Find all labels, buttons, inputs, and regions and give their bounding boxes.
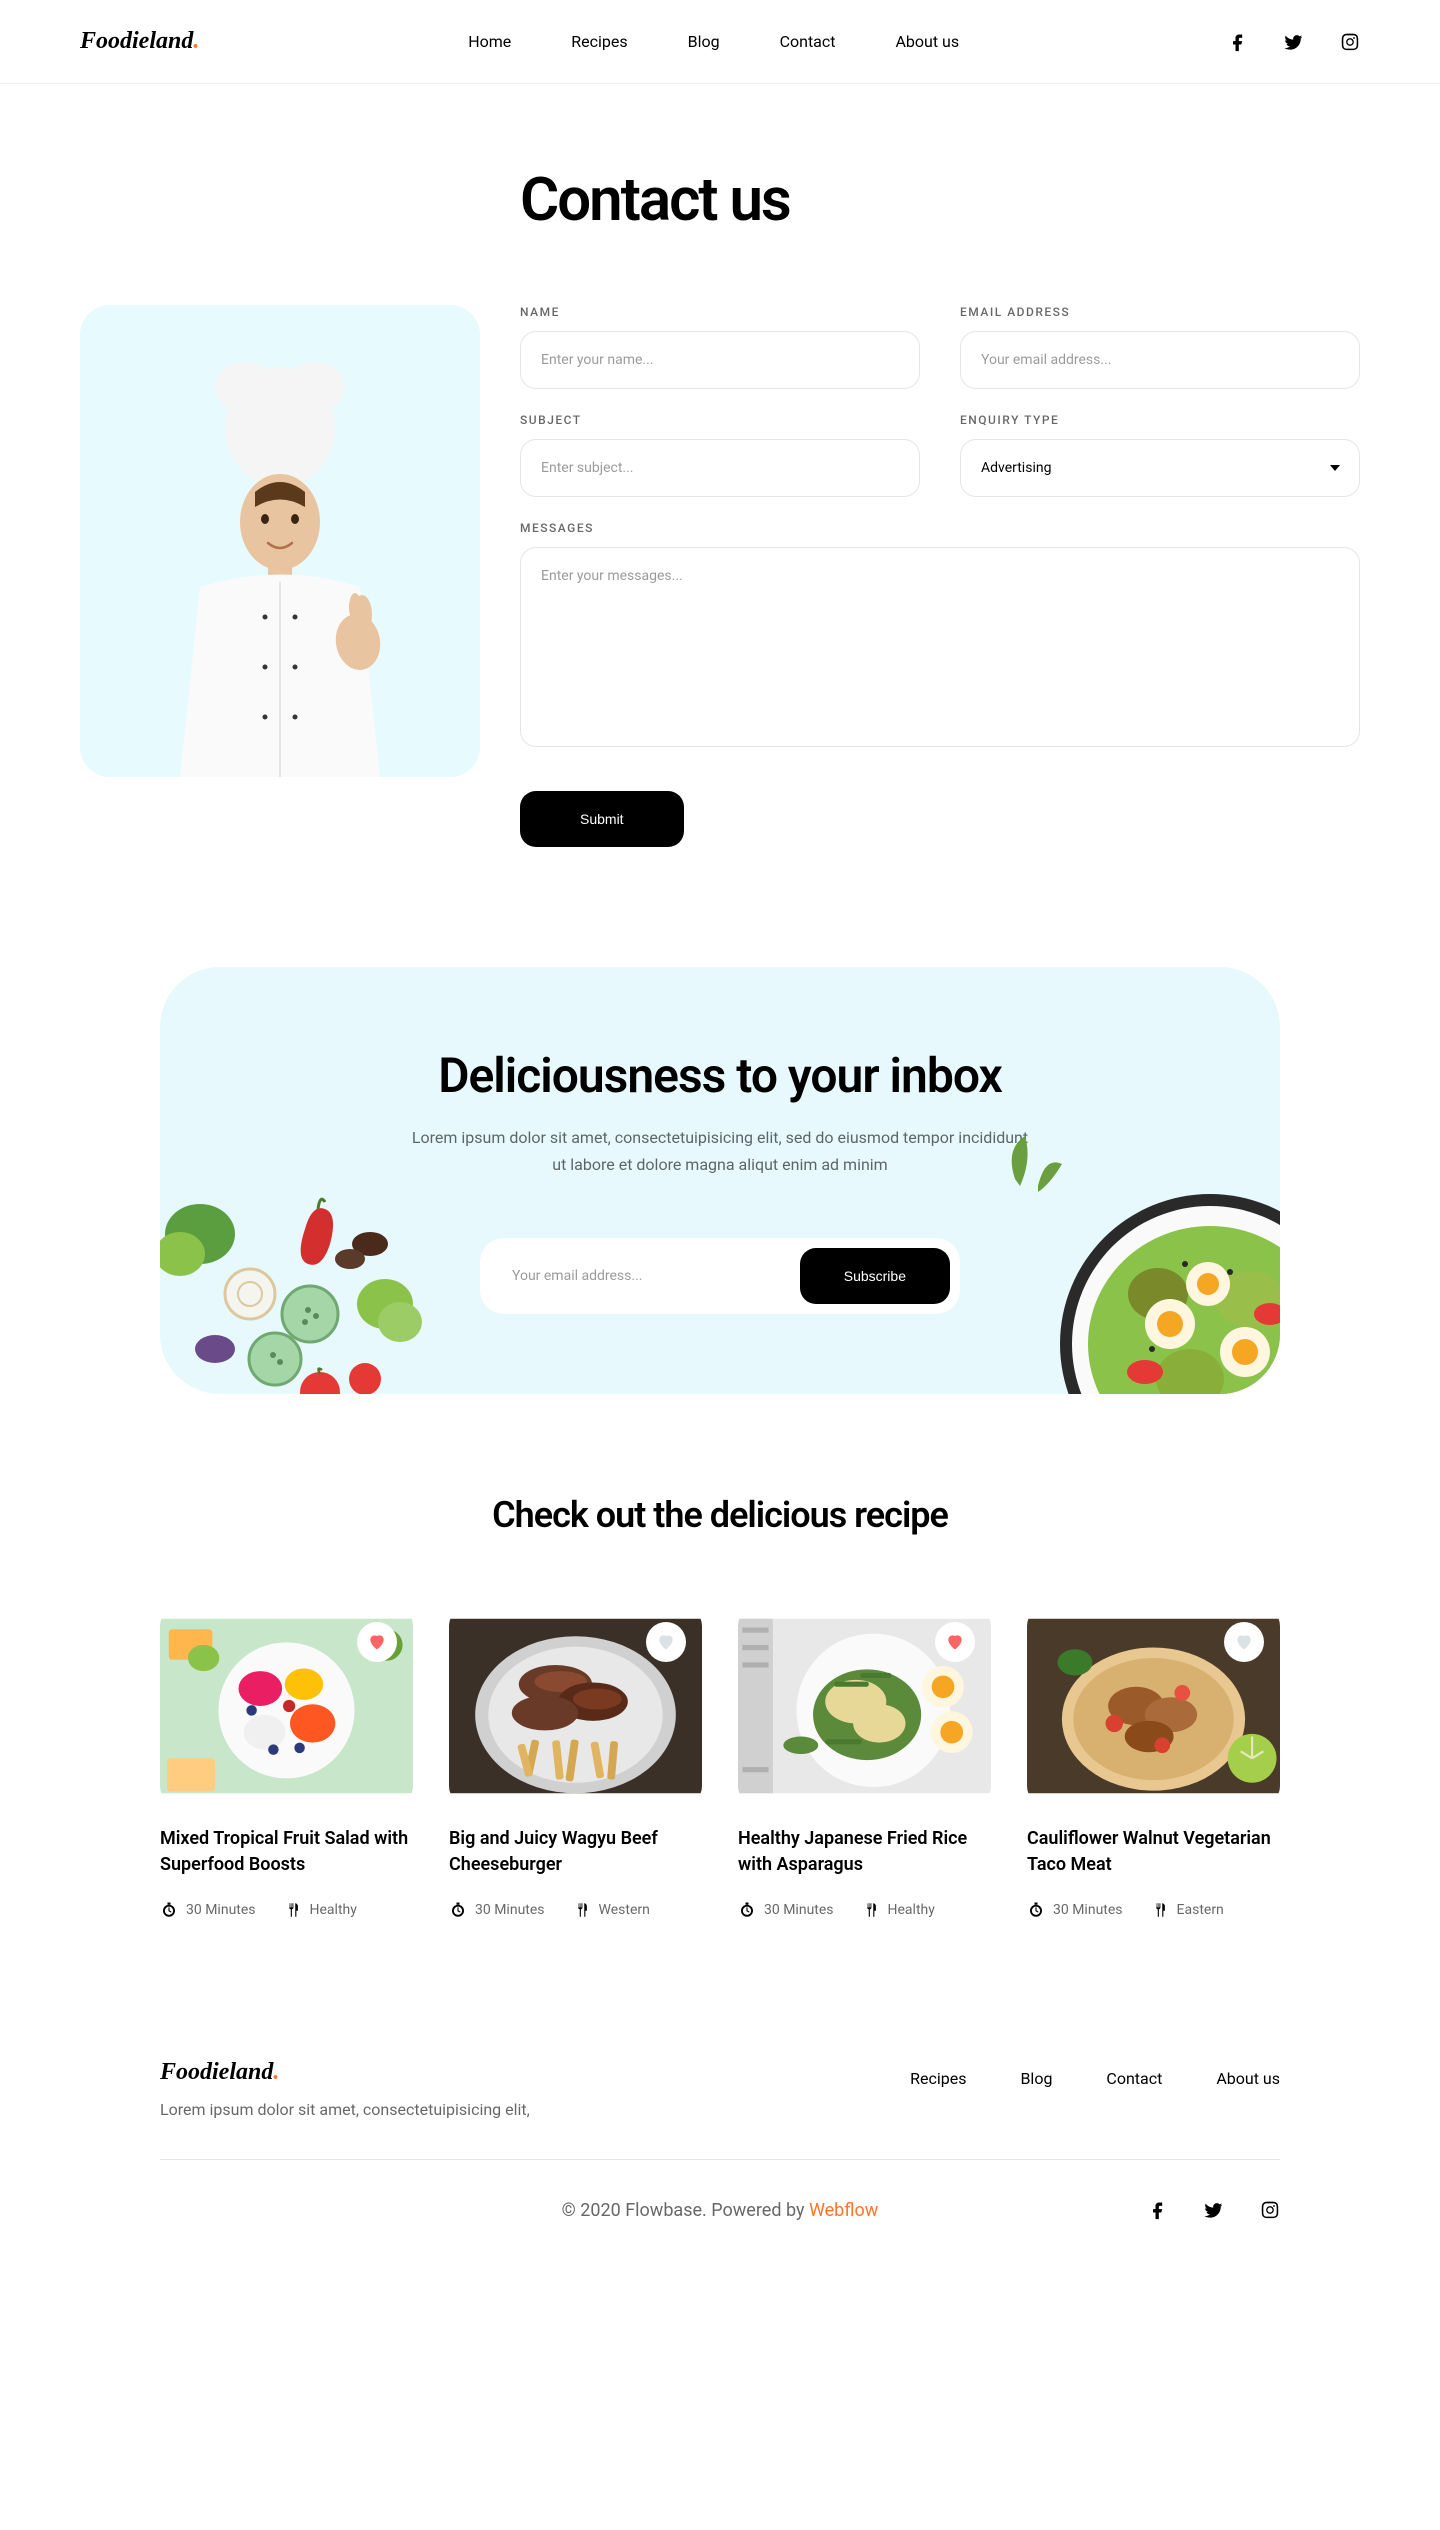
twitter-icon[interactable]	[1284, 32, 1304, 52]
recipe-card[interactable]: Big and Juicy Wagyu Beef Cheeseburger 30…	[449, 1606, 702, 1918]
recipe-card[interactable]: Cauliflower Walnut Vegetarian Taco Meat …	[1027, 1606, 1280, 1918]
enquiry-select[interactable]: Advertising	[960, 439, 1360, 497]
recipe-image	[1027, 1606, 1280, 1806]
recipe-category: Healthy	[284, 1901, 357, 1919]
recipe-time: 30 Minutes	[1027, 1901, 1123, 1919]
salad-right-image	[990, 1124, 1280, 1394]
recipe-card[interactable]: Mixed Tropical Fruit Salad with Superfoo…	[160, 1606, 413, 1918]
logo[interactable]: Foodieland	[80, 28, 199, 55]
footer-social	[1148, 2200, 1280, 2220]
recipe-time: 30 Minutes	[160, 1901, 256, 1919]
social-links	[1228, 32, 1360, 52]
email-label: EMAIL ADDRESS	[960, 305, 1360, 319]
footer-logo[interactable]: Foodieland	[160, 2059, 530, 2086]
footer-instagram-icon[interactable]	[1260, 2200, 1280, 2220]
subscribe-button[interactable]: Subscribe	[800, 1248, 950, 1304]
vegetables-left-image	[160, 1174, 490, 1394]
nav-home[interactable]: Home	[468, 32, 511, 51]
email-input[interactable]	[960, 331, 1360, 389]
recipe-name: Big and Juicy Wagyu Beef Cheeseburger	[449, 1826, 702, 1876]
recipe-time: 30 Minutes	[449, 1901, 545, 1919]
instagram-icon[interactable]	[1340, 32, 1360, 52]
recipe-time: 30 Minutes	[738, 1901, 834, 1919]
footer-twitter-icon[interactable]	[1204, 2200, 1224, 2220]
recipe-category: Eastern	[1151, 1901, 1224, 1919]
contact-form: NAME EMAIL ADDRESS SUBJECT ENQUIRY TYPE	[520, 305, 1360, 847]
recipe-card[interactable]: Healthy Japanese Fried Rice with Asparag…	[738, 1606, 991, 1918]
footer-nav-contact[interactable]: Contact	[1106, 2069, 1162, 2088]
footer-nav-about[interactable]: About us	[1216, 2069, 1280, 2088]
footer-nav: Recipes Blog Contact About us	[910, 2069, 1280, 2088]
subscribe-section: Deliciousness to your inbox Lorem ipsum …	[160, 967, 1280, 1394]
recipe-category: Western	[573, 1901, 650, 1919]
recipe-name: Mixed Tropical Fruit Salad with Superfoo…	[160, 1826, 413, 1876]
copyright: © 2020 Flowbase. Powered by Webflow	[562, 2200, 879, 2221]
name-label: NAME	[520, 305, 920, 319]
recipe-category: Healthy	[862, 1901, 935, 1919]
footer-nav-blog[interactable]: Blog	[1020, 2069, 1052, 2088]
facebook-icon[interactable]	[1228, 32, 1248, 52]
footer-nav-recipes[interactable]: Recipes	[910, 2069, 966, 2088]
name-input[interactable]	[520, 331, 920, 389]
recipe-image	[738, 1606, 991, 1806]
page-title: Contact us	[520, 164, 1360, 235]
recipe-name: Cauliflower Walnut Vegetarian Taco Meat	[1027, 1826, 1280, 1876]
recipe-image	[160, 1606, 413, 1806]
subject-input[interactable]	[520, 439, 920, 497]
chef-image	[80, 305, 480, 777]
nav-recipes[interactable]: Recipes	[571, 32, 627, 51]
nav-blog[interactable]: Blog	[688, 32, 720, 51]
subscribe-email-input[interactable]	[490, 1248, 800, 1304]
footer-desc: Lorem ipsum dolor sit amet, consectetuip…	[160, 2100, 530, 2119]
recipes-title: Check out the delicious recipe	[160, 1494, 1280, 1536]
enquiry-label: ENQUIRY TYPE	[960, 413, 1360, 427]
recipe-name: Healthy Japanese Fried Rice with Asparag…	[738, 1826, 991, 1876]
nav-contact[interactable]: Contact	[780, 32, 836, 51]
nav-about[interactable]: About us	[895, 32, 959, 51]
messages-input[interactable]	[520, 547, 1360, 747]
footer-facebook-icon[interactable]	[1148, 2200, 1168, 2220]
subscribe-title: Deliciousness to your inbox	[220, 1047, 1220, 1104]
main-nav: Home Recipes Blog Contact About us	[468, 32, 959, 51]
subscribe-desc: Lorem ipsum dolor sit amet, consectetuip…	[410, 1124, 1030, 1178]
recipe-image	[449, 1606, 702, 1806]
submit-button[interactable]: Submit	[520, 791, 684, 847]
messages-label: MESSAGES	[520, 521, 1360, 535]
subject-label: SUBJECT	[520, 413, 920, 427]
